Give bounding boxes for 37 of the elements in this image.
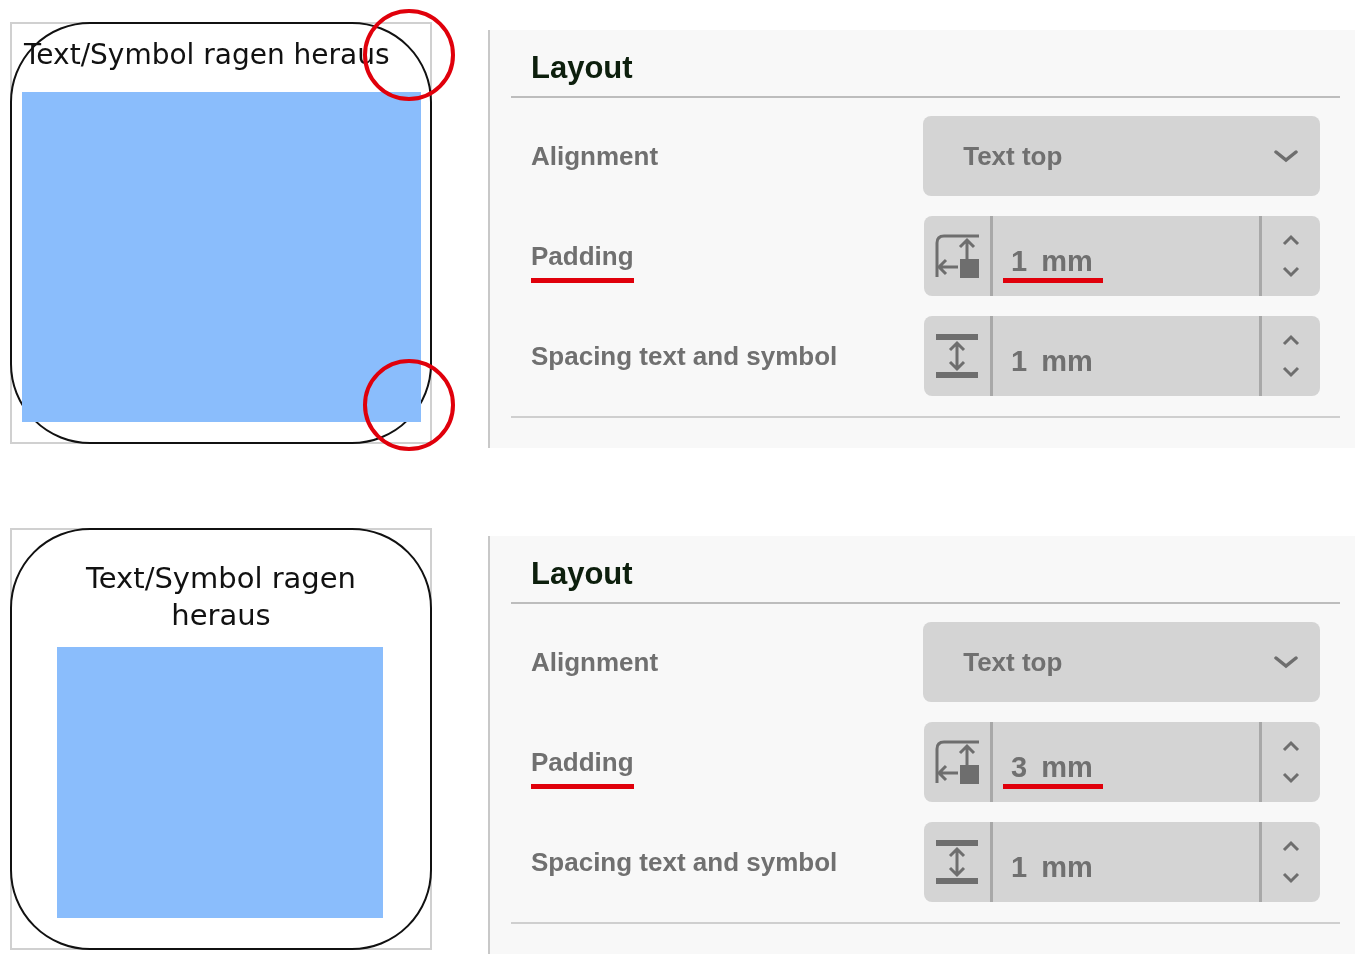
field-label: Spacing text and symbol: [531, 846, 838, 879]
alignment-dropdown[interactable]: Text top: [923, 622, 1320, 702]
field-label: Spacing text and symbol: [531, 340, 838, 373]
number-stepper[interactable]: 1 mm: [924, 822, 1320, 902]
unit-text: mm: [1041, 245, 1093, 278]
chevron-down-icon[interactable]: [1281, 872, 1301, 884]
number-stepper[interactable]: 1 mm: [924, 216, 1320, 296]
chevron-up-icon[interactable]: [1281, 840, 1301, 852]
unit-text: mm: [1041, 851, 1093, 884]
number-stepper[interactable]: 3 mm: [924, 722, 1320, 802]
field-label: Alignment: [531, 140, 659, 173]
chevron-down-icon[interactable]: [1281, 772, 1301, 784]
chevron-down-icon: [1274, 149, 1298, 163]
padding-icon: [934, 233, 981, 279]
field-label: Alignment: [531, 646, 659, 679]
value-text: 1: [1011, 245, 1028, 278]
chevron-down-icon[interactable]: [1281, 266, 1301, 278]
field-label: Padding: [531, 240, 634, 283]
field-label: Padding: [531, 746, 634, 789]
value-text: 3: [1011, 751, 1028, 784]
chevron-down-icon: [1274, 655, 1298, 669]
alignment-dropdown[interactable]: Text top: [923, 116, 1320, 196]
spacing-icon: [934, 839, 981, 885]
value-text: 1: [1011, 851, 1028, 884]
chevron-up-icon[interactable]: [1281, 234, 1301, 246]
padding-icon: [934, 739, 981, 785]
panel-title: Layout: [511, 536, 1340, 604]
spacing-icon: [934, 333, 981, 379]
panel-title: Layout: [511, 30, 1340, 98]
chevron-up-icon[interactable]: [1281, 740, 1301, 752]
button-label: Text/Symbol ragen heraus: [85, 560, 357, 634]
unit-text: mm: [1041, 751, 1093, 784]
chevron-down-icon[interactable]: [1281, 366, 1301, 378]
chevron-up-icon[interactable]: [1281, 334, 1301, 346]
value-text: 1: [1011, 345, 1028, 378]
number-stepper[interactable]: 1 mm: [924, 316, 1320, 396]
unit-text: mm: [1041, 345, 1093, 378]
